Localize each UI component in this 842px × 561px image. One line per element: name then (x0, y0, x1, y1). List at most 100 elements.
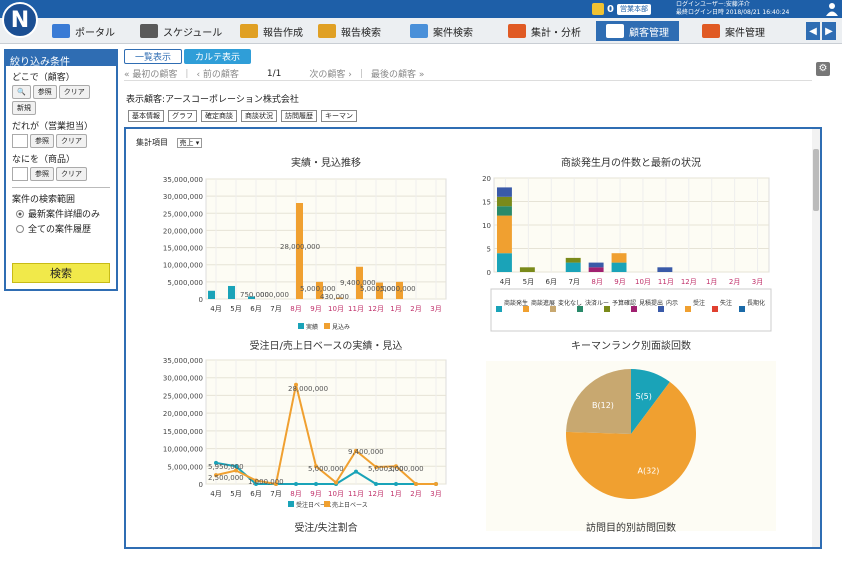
chart-panel: 集計項目 売上 ▾ 実績・見込推移 0 5,000,000 10,000,000 15,… (124, 127, 822, 549)
chart3-x-tick: 6月 (250, 490, 261, 498)
customer-filter-label: どこで（顧客） (12, 73, 75, 83)
chart3-x-tick: 10月 (328, 490, 344, 498)
chart1-data-label: 5,000,000 (300, 285, 336, 293)
first-customer-link[interactable]: « 最初の顧客 (124, 67, 177, 80)
chart3-point (414, 482, 418, 486)
nav-item-1[interactable]: スケジュール (140, 21, 222, 41)
chart3-y-tick: 0 (199, 481, 203, 489)
chart4-slice-label: S(5) (635, 392, 651, 401)
nav-item-2[interactable]: 報告作成 (240, 21, 303, 41)
panel-scrollbar[interactable] (812, 129, 820, 547)
chart1-legend-label: 実績 (306, 323, 318, 331)
nav-label: 案件検索 (433, 27, 473, 39)
nav-item-0[interactable]: ポータル (52, 21, 115, 41)
info-tab-1[interactable]: グラフ (168, 110, 197, 122)
chart3-point (294, 482, 298, 486)
info-tab-3[interactable]: 商談状況 (241, 110, 277, 122)
customer-title: 表示顧客:アースコーポレーション株式会社 (126, 95, 299, 105)
chart2-legend-swatch (604, 306, 610, 312)
login-user: ログインユーザー:安藤洋介 (676, 1, 750, 8)
chart3-title: 受注日/売上日ベースの実績・見込 (250, 339, 403, 352)
chart2-bar (565, 262, 581, 272)
chart1-bar (228, 285, 235, 299)
chart3-x-tick: 5月 (230, 490, 241, 498)
info-tab-2[interactable]: 確定商談 (201, 110, 237, 122)
chart2-title: 商談発生月の件数と最新の状況 (561, 156, 701, 169)
chart2-bar (611, 262, 627, 272)
chart2-x-tick: 8月 (591, 278, 602, 286)
nav-item-4[interactable]: 案件検索 (410, 21, 473, 41)
notification-area[interactable]: 0 営業本部 (592, 3, 651, 15)
search-button[interactable]: 検索 (12, 263, 110, 283)
chart2-bar (497, 187, 512, 197)
product-ref-button[interactable]: 参照 (30, 167, 54, 181)
chart2-y-tick: 15 (482, 199, 491, 207)
chart2-bar (565, 257, 581, 263)
chart2-x-tick: 2月 (729, 278, 740, 286)
staff-field[interactable] (12, 134, 28, 148)
notification-icon[interactable] (592, 3, 604, 15)
chart3-point (334, 480, 338, 485)
chart2-x-tick: 6月 (546, 278, 557, 286)
chart1-data-label: 430,000 (320, 293, 349, 301)
chart2-legend-label: 受注 (693, 299, 705, 307)
chart2-bar (497, 206, 512, 216)
customer-search-icon[interactable]: 🔍 (12, 85, 31, 99)
chart3-legend-swatch (324, 501, 330, 507)
chart4-slice-label: A(32) (638, 466, 660, 475)
chart3-x-tick: 9月 (310, 490, 321, 498)
chart2-legend-label: 商談進展 (531, 299, 555, 307)
info-tab-4[interactable]: 訪問履歴 (281, 110, 317, 122)
chart1-y-tick: 35,000,000 (163, 176, 203, 184)
product-field[interactable] (12, 167, 28, 181)
chart1-data-label: 28,000,000 (280, 243, 320, 251)
chart3-data-label: 2,500,000 (208, 474, 244, 482)
prev-customer-link[interactable]: ‹ 前の顧客 (196, 67, 238, 80)
chart2-bar (657, 267, 673, 272)
scope-latest-radio[interactable]: 最新案件詳細のみ (16, 207, 116, 220)
nav-prev-arrow[interactable]: ◀ (806, 22, 820, 40)
product-clear-button[interactable]: クリア (56, 167, 87, 181)
tab-karte-view[interactable]: カルテ表示 (184, 49, 252, 64)
chart2-legend-swatch (685, 306, 691, 312)
chart2-x-tick: 9月 (614, 278, 625, 286)
user-info: ログインユーザー:安藤洋介 最終ログイン日時 2018/08/21 16:40:… (676, 1, 789, 17)
chart2-legend-swatch (658, 306, 664, 312)
chart3-point (374, 482, 378, 486)
info-tab-0[interactable]: 基本情報 (128, 110, 164, 122)
customer-ref-button[interactable]: 参照 (32, 85, 57, 99)
chart2-legend-label: 長期化 (747, 299, 765, 307)
nav-item-3[interactable]: 報告検索 (318, 21, 381, 41)
last-login: 最終ログイン日時 2018/08/21 16:40:24 (676, 9, 790, 16)
nav-item-6[interactable]: 顧客管理 (596, 21, 679, 41)
customer-clear-button[interactable]: クリア (58, 85, 90, 99)
user-icon[interactable] (826, 2, 838, 16)
tab-list-view[interactable]: 一覧表示 (124, 49, 183, 64)
staff-ref-button[interactable]: 参照 (30, 134, 54, 148)
nav-next-arrow[interactable]: ▶ (822, 22, 836, 40)
scope-all-radio[interactable]: 全ての案件履歴 (16, 222, 116, 235)
chart2-y-tick: 20 (482, 175, 491, 183)
next-customer-link[interactable]: 次の顧客 › (309, 67, 351, 80)
nav-item-7[interactable]: 案件管理 (702, 21, 765, 41)
gear-icon[interactable]: ⚙ (816, 62, 830, 76)
chart1-x-tick: 10月 (328, 305, 344, 313)
last-customer-link[interactable]: 最後の顧客 » (371, 67, 424, 80)
department-select[interactable]: 営業本部 (616, 3, 651, 15)
chart1-y-tick: 5,000,000 (167, 279, 203, 287)
nav-label: 案件管理 (725, 27, 765, 39)
chart2-legend-label: 決済ルー (585, 299, 609, 307)
chart2-x-tick: 10月 (635, 278, 651, 286)
chart1-data-label: 000,000 (260, 291, 289, 299)
app-logo[interactable]: N (2, 2, 38, 38)
chart3-point (314, 482, 318, 486)
chart2-legend-swatch (712, 306, 718, 312)
nav-label: 集計・分析 (531, 27, 581, 39)
chart1-x-tick: 9月 (310, 305, 321, 313)
scrollbar-thumb[interactable] (813, 149, 819, 211)
chart1-x-tick: 6月 (250, 305, 261, 313)
new-customer-button[interactable]: 新規 (12, 101, 36, 115)
nav-item-5[interactable]: 集計・分析 (508, 21, 581, 41)
info-tab-5[interactable]: キーマン (321, 110, 357, 122)
staff-clear-button[interactable]: クリア (56, 134, 87, 148)
